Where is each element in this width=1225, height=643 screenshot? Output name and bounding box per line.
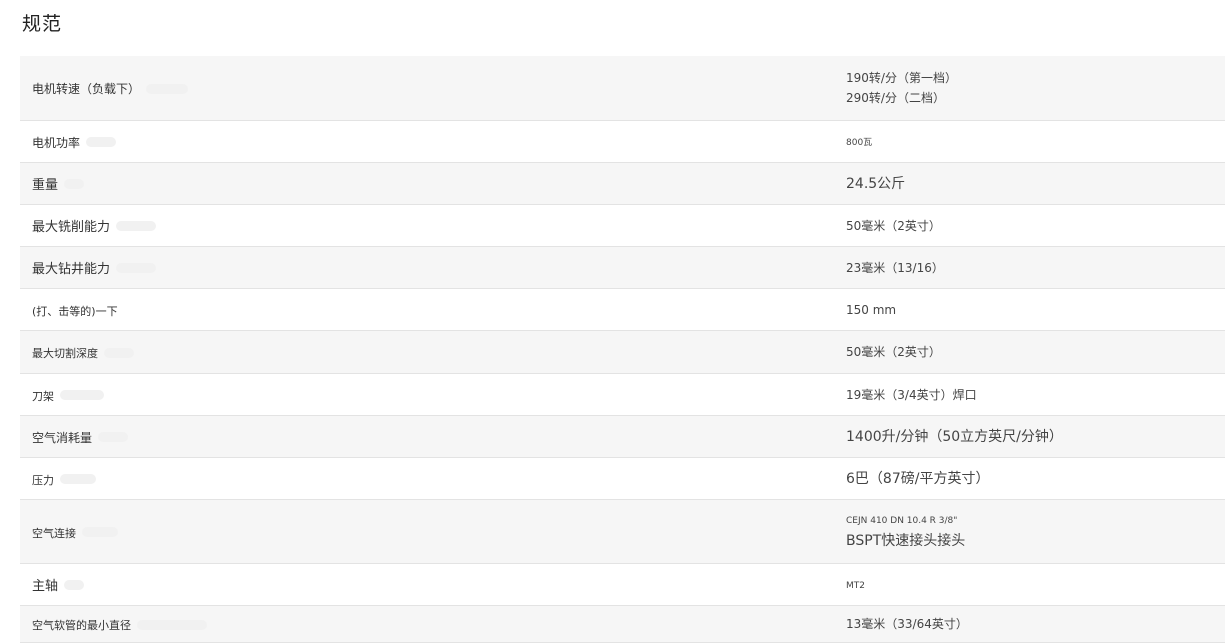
spec-value: 19毫米（3/4英寸）焊口 bbox=[846, 387, 977, 402]
spec-value: MT2 bbox=[846, 580, 865, 591]
spec-value: 50毫米（2英寸） bbox=[846, 218, 941, 233]
spec-row-spindle: 主轴 MT2 bbox=[20, 563, 1225, 606]
spec-value: 50毫米（2英寸） bbox=[846, 345, 941, 359]
spec-label: 刀架 bbox=[32, 389, 54, 403]
spec-label: 最大钻井能力 bbox=[32, 261, 111, 277]
spec-row-min-hose-diameter: 空气软管的最小直径 13毫米（33/64英寸） bbox=[20, 605, 1225, 643]
spec-row-tool-holder: 刀架 19毫米（3/4英寸）焊口 bbox=[20, 373, 1225, 416]
spec-value: 13毫米（33/64英寸） bbox=[846, 617, 968, 631]
spec-label: 最大铣削能力 bbox=[32, 219, 111, 235]
spec-label: 重量 bbox=[32, 177, 59, 193]
spec-label: 空气连接 bbox=[32, 526, 76, 540]
spec-row-pressure: 压力 6巴（87磅/平方英寸） bbox=[20, 457, 1225, 500]
spec-row-motor-speed: 电机转速（负载下） 190转/分（第一档） 290转/分（二档） bbox=[20, 56, 1225, 121]
spec-label: 电机功率 bbox=[32, 135, 81, 150]
blurred-text bbox=[104, 347, 134, 358]
spec-row-weight: 重量 24.5公斤 bbox=[20, 162, 1225, 205]
blurred-text bbox=[86, 137, 117, 147]
blurred-text bbox=[60, 474, 96, 484]
spec-value: 800瓦 bbox=[846, 137, 873, 148]
spec-row-max-drilling: 最大钻井能力 23毫米（13/16） bbox=[20, 246, 1225, 289]
blurred-text bbox=[64, 179, 85, 189]
spec-row-max-cut-depth: 最大切割深度 50毫米（2英寸） bbox=[20, 330, 1225, 374]
page-title: 规范 bbox=[22, 13, 63, 35]
blurred-text bbox=[116, 221, 157, 231]
spec-value: 1400升/分钟（50立方英尺/分钟） bbox=[846, 428, 1063, 445]
spec-label: 主轴 bbox=[32, 578, 59, 594]
spec-label: 空气消耗量 bbox=[32, 430, 93, 445]
spec-row-max-milling: 最大铣削能力 50毫米（2英寸） bbox=[20, 204, 1225, 247]
spec-label: 空气软管的最小直径 bbox=[32, 619, 131, 632]
spec-label: 最大切割深度 bbox=[32, 347, 98, 360]
spec-value: 190转/分（第一档） 290转/分（二档） bbox=[846, 70, 957, 105]
blurred-text bbox=[98, 432, 129, 442]
spec-label: 电机转速（负载下） bbox=[32, 82, 141, 97]
spec-value: CEJN 410 DN 10.4 R 3/8" BSPT快速接头接头 bbox=[846, 516, 966, 549]
blurred-text bbox=[64, 580, 85, 590]
blurred-text bbox=[137, 619, 207, 630]
spec-value: 24.5公斤 bbox=[846, 175, 906, 192]
blurred-text bbox=[116, 263, 157, 273]
spec-table: 电机转速（负载下） 190转/分（第一档） 290转/分（二档） 电机功率 800… bbox=[20, 56, 1225, 643]
spec-label: (打、击等的)一下 bbox=[32, 304, 118, 318]
spec-value: 150 mm bbox=[846, 302, 897, 317]
blurred-text bbox=[60, 390, 104, 400]
spec-label: 压力 bbox=[32, 473, 54, 487]
spec-value: 6巴（87磅/平方英寸） bbox=[846, 470, 990, 487]
spec-row-stroke: (打、击等的)一下 150 mm bbox=[20, 288, 1225, 331]
spec-row-motor-power: 电机功率 800瓦 bbox=[20, 120, 1225, 163]
spec-row-air-consumption: 空气消耗量 1400升/分钟（50立方英尺/分钟） bbox=[20, 415, 1225, 458]
blurred-text bbox=[146, 83, 189, 94]
blurred-text bbox=[82, 527, 118, 537]
spec-row-air-connection: 空气连接 CEJN 410 DN 10.4 R 3/8" BSPT快速接头接头 bbox=[20, 499, 1225, 564]
spec-value: 23毫米（13/16） bbox=[846, 260, 944, 275]
